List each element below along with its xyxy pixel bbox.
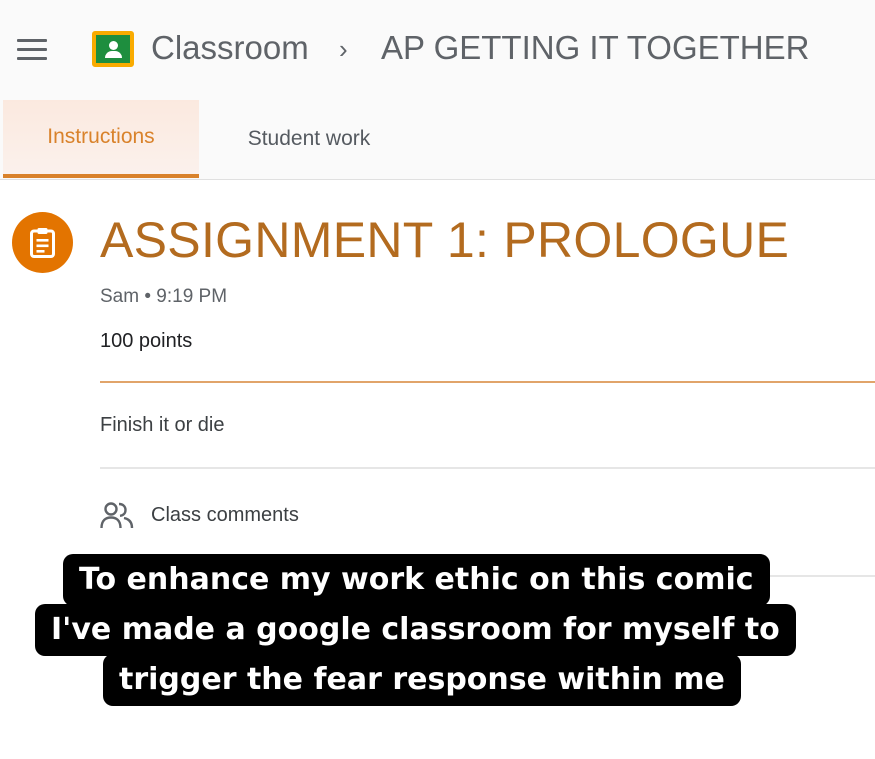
app-title[interactable]: Classroom — [151, 29, 309, 67]
assignment-description: Finish it or die — [100, 414, 225, 436]
menu-icon[interactable] — [17, 39, 47, 61]
assignment-icon — [12, 212, 73, 273]
assignment-points: 100 points — [100, 330, 193, 352]
tab-bar: Instructions Student work — [0, 100, 875, 180]
header-divider — [100, 381, 875, 383]
people-icon — [100, 502, 134, 529]
top-app-bar: Classroom › AP GETTING IT TOGETHER — [0, 0, 875, 100]
caption-line-3: trigger the fear response within me — [103, 654, 741, 706]
classroom-page: Classroom › AP GETTING IT TOGETHER Instr… — [0, 0, 875, 759]
caption-line-2: I've made a google classroom for myself … — [35, 604, 796, 656]
classroom-logo-icon[interactable] — [92, 31, 134, 67]
tab-student-work[interactable]: Student work — [224, 100, 394, 178]
breadcrumb-chevron-icon: › — [339, 34, 348, 64]
class-comments-label: Class comments — [151, 504, 299, 526]
assignment-meta: Sam • 9:19 PM — [100, 286, 228, 307]
caption-line-1: To enhance my work ethic on this comic — [63, 554, 770, 606]
description-divider — [100, 467, 875, 469]
class-title: AP GETTING IT TOGETHER — [381, 29, 810, 66]
assignment-title: ASSIGNMENT 1: PROLOGUE — [100, 212, 790, 268]
tab-instructions[interactable]: Instructions — [3, 100, 199, 178]
